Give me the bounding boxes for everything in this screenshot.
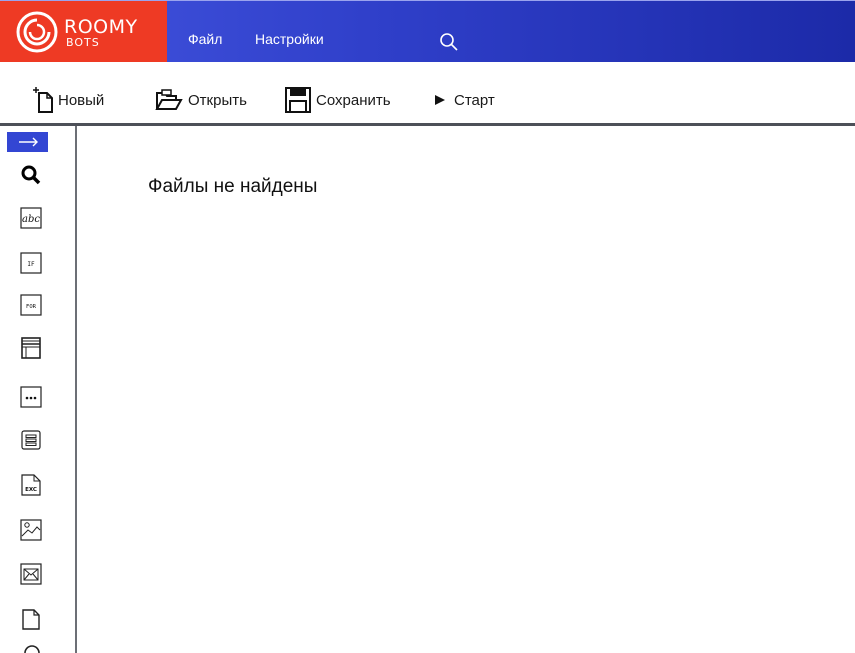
title-bar: ROOMY BOTS Файл Настройки: [0, 0, 855, 63]
text-abc-icon[interactable]: abc: [20, 207, 42, 229]
arrow-right-icon: [18, 137, 38, 147]
start-button[interactable]: Старт: [432, 86, 495, 114]
open-button[interactable]: Открыть: [154, 86, 247, 114]
toolbar: Новый Открыть Сохранить Старт: [0, 62, 855, 126]
empty-state-message: Файлы не найдены: [148, 176, 318, 197]
if-block-icon[interactable]: IF: [20, 252, 42, 274]
start-button-label: Старт: [454, 91, 495, 109]
more-dots-icon[interactable]: [20, 386, 42, 408]
list-icon[interactable]: [20, 429, 42, 451]
save-button[interactable]: Сохранить: [284, 86, 391, 114]
save-disk-icon: [285, 87, 311, 113]
search-icon[interactable]: [438, 31, 460, 53]
exc-text: EXC: [25, 487, 37, 493]
new-file-icon: [33, 87, 53, 113]
image-icon[interactable]: [20, 519, 42, 541]
menu-file[interactable]: Файл: [188, 31, 222, 47]
browser-window-icon[interactable]: [20, 337, 42, 359]
if-text: IF: [27, 261, 35, 268]
logo-mark-icon: [16, 11, 58, 53]
search-icon[interactable]: [20, 164, 42, 186]
new-button-label: Новый: [58, 91, 105, 109]
play-icon: [435, 95, 445, 105]
abc-text: abc: [22, 214, 40, 225]
new-button[interactable]: Новый: [32, 86, 104, 114]
save-button-label: Сохранить: [316, 91, 391, 109]
sidebar-edge: [0, 126, 7, 653]
logo-text: ROOMY: [64, 16, 138, 38]
menu-settings[interactable]: Настройки: [255, 31, 324, 47]
email-icon[interactable]: [20, 563, 42, 585]
for-loop-icon[interactable]: FOR: [20, 294, 42, 316]
more-tools-partial-icon[interactable]: [22, 645, 42, 653]
excel-file-icon[interactable]: EXC: [20, 474, 42, 496]
file-icon[interactable]: [20, 608, 42, 630]
open-button-label: Открыть: [188, 91, 247, 109]
open-folder-icon: [155, 89, 183, 110]
panel-toggle-button[interactable]: [7, 132, 48, 152]
logo-subtext: BOTS: [66, 36, 100, 49]
sidebar-divider: [75, 126, 77, 653]
app-logo: ROOMY BOTS: [0, 1, 167, 63]
for-text: FOR: [26, 304, 37, 310]
